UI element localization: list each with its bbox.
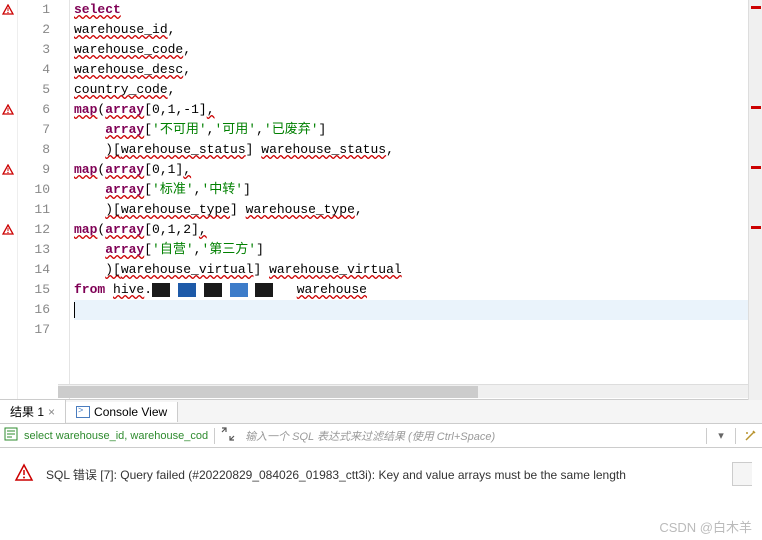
code-line[interactable]: )[warehouse_type] warehouse_type, (74, 200, 762, 220)
code-line[interactable] (74, 320, 762, 340)
code-line[interactable]: warehouse_code, (74, 40, 762, 60)
watermark: CSDN @白木羊 (659, 517, 752, 536)
error-message: SQL 错误 [7]: Query failed (#20220829_0840… (46, 466, 720, 483)
horizontal-scrollbar[interactable] (58, 384, 748, 398)
tab-result-1[interactable]: 结果 1 × (0, 400, 66, 423)
code-line[interactable]: from hive. warehouse (74, 280, 762, 300)
error-triangle-icon (14, 463, 34, 486)
wand-icon[interactable] (742, 428, 758, 444)
code-line[interactable]: array['不可用','可用','已废弃'] (74, 120, 762, 140)
close-icon[interactable]: × (48, 405, 55, 419)
code-line[interactable]: )[warehouse_status] warehouse_status, (74, 140, 762, 160)
code-line[interactable]: warehouse_desc, (74, 60, 762, 80)
code-line[interactable]: warehouse_id, (74, 20, 762, 40)
filter-input[interactable]: 输入一个 SQL 表达式来过滤结果 (使用 Ctrl+Space) (241, 426, 700, 446)
dropdown-icon[interactable]: ▾ (713, 428, 729, 444)
console-icon (76, 406, 90, 418)
expand-icon[interactable] (221, 427, 235, 444)
filter-bar: select warehouse_id, warehouse_cod 输入一个 … (0, 424, 762, 448)
tab-console-view[interactable]: Console View (66, 402, 178, 422)
results-tab-bar: 结果 1 × Console View (0, 400, 762, 424)
code-line[interactable] (74, 300, 762, 320)
code-line[interactable]: country_code, (74, 80, 762, 100)
code-editor[interactable]: 1234567891011121314151617 selectwarehous… (0, 0, 762, 400)
code-line[interactable]: array['标准','中转'] (74, 180, 762, 200)
code-line[interactable]: map(array[0,1,2], (74, 220, 762, 240)
code-line[interactable]: select (74, 0, 762, 20)
code-line[interactable]: map(array[0,1,-1], (74, 100, 762, 120)
code-content[interactable]: selectwarehouse_id,warehouse_code,wareho… (70, 0, 762, 399)
sql-preview-text: select warehouse_id, warehouse_cod (24, 430, 208, 442)
tab-label: 结果 1 (10, 403, 44, 420)
fold-gutter (58, 0, 70, 399)
line-number-gutter: 1234567891011121314151617 (18, 0, 58, 399)
code-line[interactable]: map(array[0,1], (74, 160, 762, 180)
code-line[interactable]: )[warehouse_virtual] warehouse_virtual (74, 260, 762, 280)
error-details-button[interactable] (732, 462, 752, 486)
error-gutter (0, 0, 18, 399)
vertical-scrollbar[interactable] (748, 0, 762, 400)
tab-label: Console View (94, 405, 167, 419)
error-panel: SQL 错误 [7]: Query failed (#20220829_0840… (0, 448, 762, 500)
code-line[interactable]: array['自营','第三方'] (74, 240, 762, 260)
sql-script-icon (4, 427, 18, 444)
